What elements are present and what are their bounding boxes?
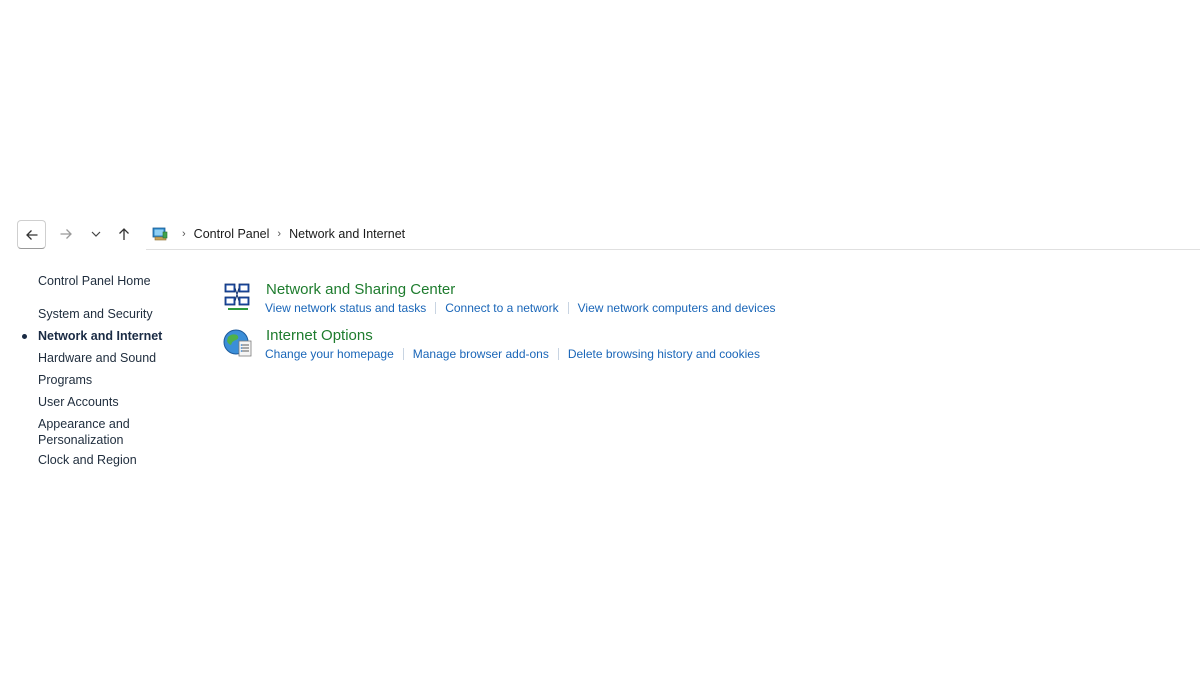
internet-options-link[interactable]: Internet Options	[266, 327, 373, 344]
network-and-sharing-center-link[interactable]: Network and Sharing Center	[266, 281, 455, 298]
recent-locations-button[interactable]	[82, 220, 110, 248]
delete-browsing-history-link[interactable]: Delete browsing history and cookies	[568, 347, 760, 361]
sidebar-list: System and Security Network and Internet…	[22, 306, 163, 474]
category-network-and-sharing-center: Network and Sharing Center View network …	[222, 281, 982, 325]
active-bullet-icon	[22, 334, 27, 339]
network-task-links: View network status and tasks Connect to…	[265, 301, 776, 315]
control-panel-window: › Control Panel › Network and Internet C…	[0, 0, 1200, 675]
view-network-status-link[interactable]: View network status and tasks	[265, 301, 426, 315]
arrow-right-icon	[60, 229, 72, 239]
sidebar-item-programs[interactable]: Programs	[38, 372, 162, 394]
link-divider	[435, 302, 437, 314]
link-divider	[567, 302, 569, 314]
change-homepage-link[interactable]: Change your homepage	[265, 347, 394, 361]
control-panel-icon	[152, 227, 168, 240]
internet-task-links: Change your homepage Manage browser add-…	[265, 347, 760, 361]
chevron-down-icon	[91, 231, 101, 237]
connect-to-network-link[interactable]: Connect to a network	[445, 301, 558, 315]
arrow-up-icon	[119, 228, 129, 240]
view-network-computers-link[interactable]: View network computers and devices	[578, 301, 776, 315]
navigation-bar: › Control Panel › Network and Internet	[0, 218, 1200, 250]
manage-browser-addons-link[interactable]: Manage browser add-ons	[413, 347, 549, 361]
up-button[interactable]	[110, 220, 138, 248]
back-button[interactable]	[17, 220, 46, 249]
sidebar-item-label: Network and Internet	[38, 329, 163, 343]
sidebar-item-appearance-and-personalization[interactable]: Appearance and Personalization	[38, 416, 138, 452]
link-divider	[557, 348, 559, 360]
sidebar-item-clock-and-region[interactable]: Clock and Region	[38, 452, 162, 474]
sidebar-item-network-and-internet[interactable]: Network and Internet	[22, 328, 163, 350]
internet-options-icon	[223, 329, 252, 357]
category-internet-options: Internet Options Change your homepage Ma…	[222, 327, 982, 371]
sidebar-item-hardware-and-sound[interactable]: Hardware and Sound	[38, 350, 162, 372]
link-divider	[402, 348, 404, 360]
sidebar-control-panel-home[interactable]: Control Panel Home	[38, 274, 151, 288]
arrow-left-icon	[25, 229, 37, 240]
breadcrumb-control-panel[interactable]: Control Panel	[194, 227, 270, 241]
breadcrumb-separator-icon: ›	[182, 227, 186, 240]
breadcrumb-network-and-internet[interactable]: Network and Internet	[289, 227, 405, 241]
breadcrumb-separator-icon: ›	[277, 227, 282, 240]
sidebar-item-user-accounts[interactable]: User Accounts	[38, 394, 162, 416]
address-bar[interactable]: › Control Panel › Network and Internet	[146, 218, 1200, 250]
network-sharing-icon	[224, 283, 250, 310]
forward-button[interactable]	[52, 220, 80, 248]
sidebar-item-system-and-security[interactable]: System and Security	[38, 306, 162, 328]
